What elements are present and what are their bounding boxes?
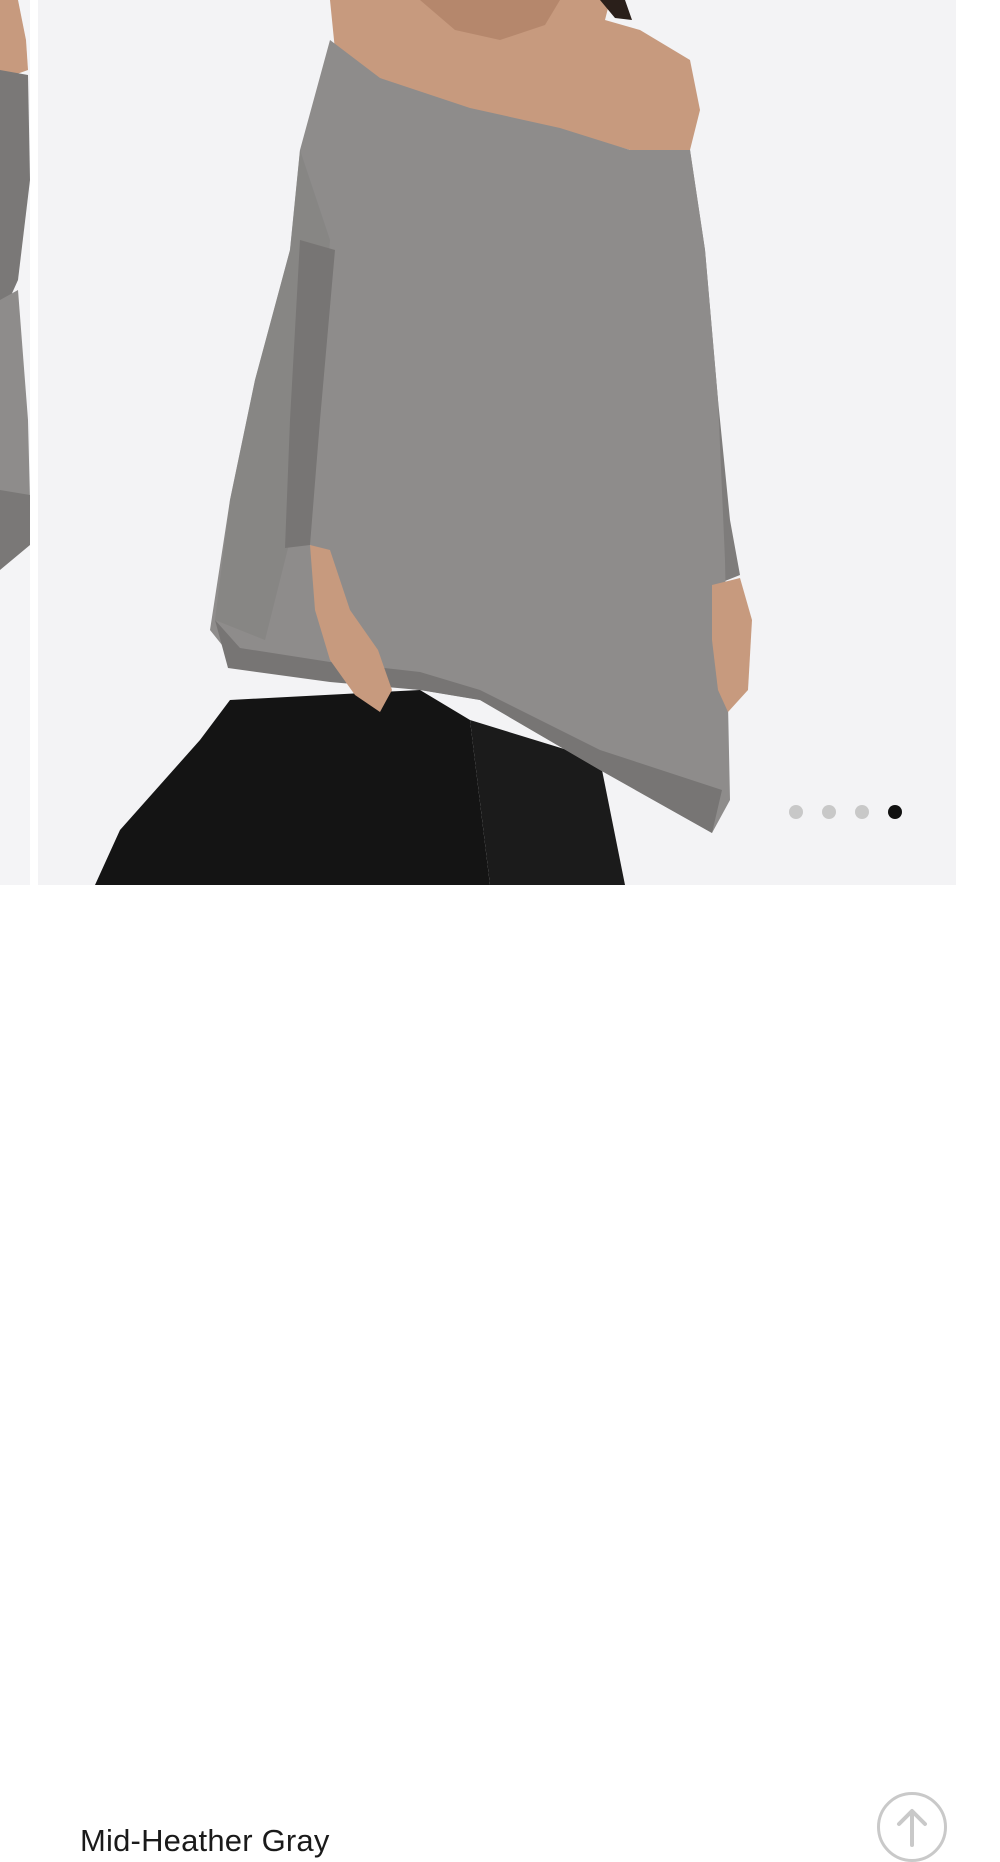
product-info-bar: Mid-Heather Gray [0,885,1000,1862]
product-image-current[interactable] [38,0,956,885]
carousel-pagination [789,805,902,819]
previous-product-image[interactable] [0,0,30,885]
pagination-dot-2[interactable] [822,805,836,819]
selected-color-name: Mid-Heather Gray [80,1823,330,1858]
previous-image-photo [0,0,30,885]
next-product-image[interactable] [964,0,1000,885]
arrow-up-circle-icon [897,1809,927,1847]
pagination-dot-3[interactable] [855,805,869,819]
model-photo [38,0,956,885]
scroll-to-top-button[interactable] [877,1792,947,1862]
pagination-dot-1[interactable] [789,805,803,819]
pagination-dot-4-active[interactable] [888,805,902,819]
product-image-carousel[interactable] [0,0,1000,885]
